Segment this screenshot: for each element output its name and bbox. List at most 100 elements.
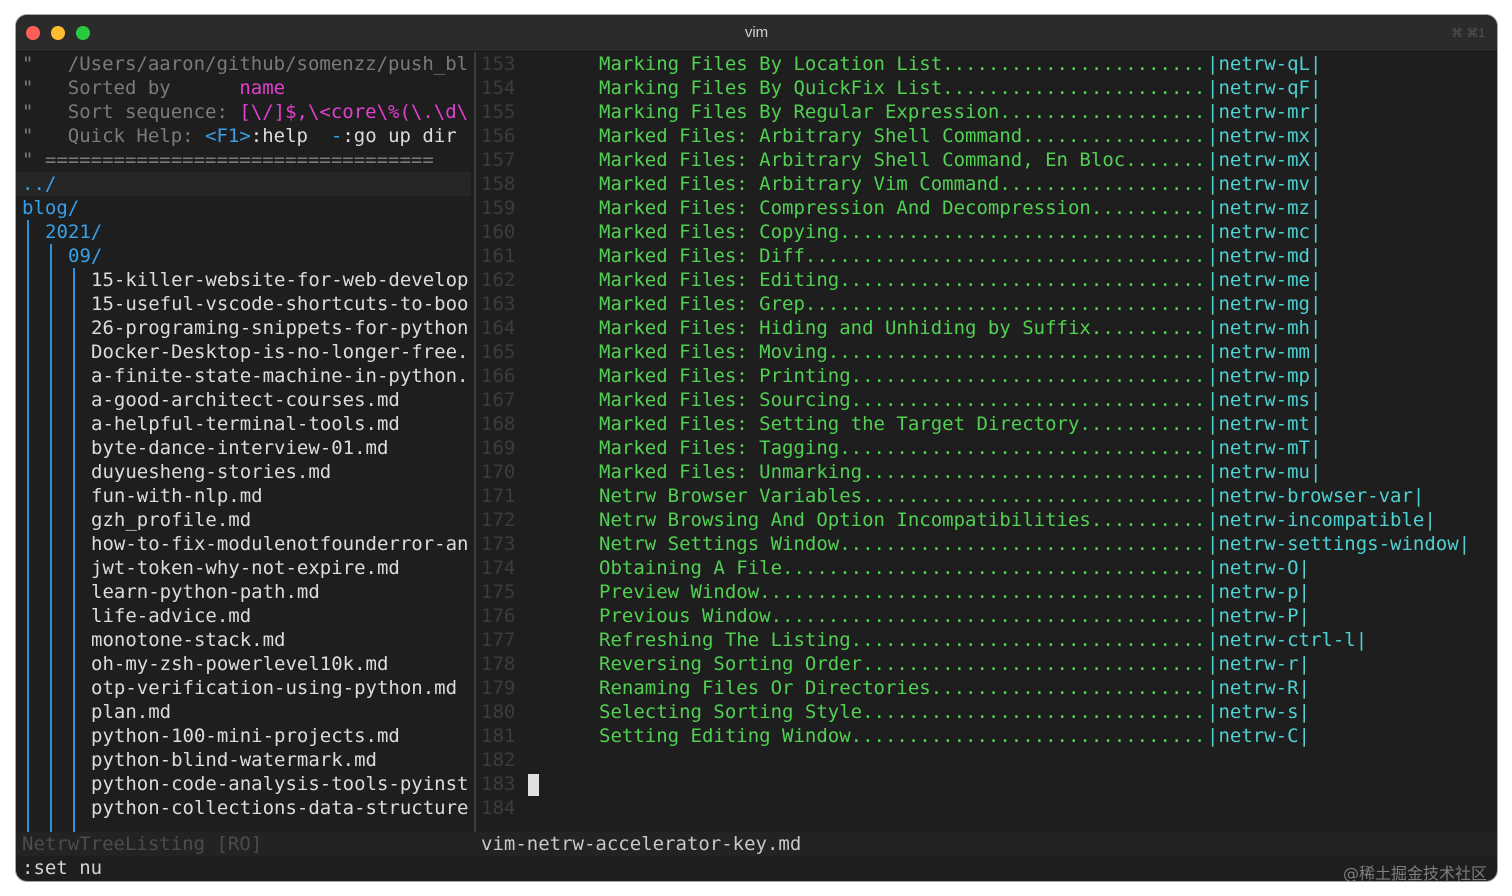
tree-file-item[interactable]: python-collections-data-structure xyxy=(91,796,471,820)
help-tag-link[interactable]: |netrw-me| xyxy=(1207,268,1321,292)
tree-file-item[interactable]: otp-verification-using-python.md xyxy=(91,676,471,700)
help-tag-link[interactable]: |netrw-mX| xyxy=(1207,148,1321,172)
tree-file-item[interactable]: gzh_profile.md xyxy=(91,508,471,532)
tree-parent-dir-label: ../ xyxy=(22,173,57,195)
tree-file-item[interactable]: 26-programing-snippets-for-python xyxy=(91,316,471,340)
line-number: 163 xyxy=(481,293,516,315)
tree-file-item[interactable]: a-good-architect-courses.md xyxy=(91,388,471,412)
window-shortcut-hint: ⌘ ⌘1 xyxy=(1450,26,1485,40)
help-tag-link[interactable]: |netrw-mp| xyxy=(1207,364,1321,388)
help-line: 183 xyxy=(481,772,1493,796)
help-topic: Marked Files: Diff......................… xyxy=(599,245,1206,267)
help-line: 162 Marked Files: Editing................… xyxy=(481,268,1493,292)
tree-file-item[interactable]: python-blind-watermark.md xyxy=(91,748,471,772)
tree-dir-2021[interactable]: 2021/ xyxy=(45,220,471,244)
help-topic: Marked Files: Compression And Decompress… xyxy=(599,197,1206,219)
help-tag-link[interactable]: |netrw-mg| xyxy=(1207,292,1321,316)
help-tag-link[interactable]: |netrw-ms| xyxy=(1207,388,1321,412)
line-number: 159 xyxy=(481,197,516,219)
help-tag-link[interactable]: |netrw-qL| xyxy=(1207,52,1321,76)
help-line: 163 Marked Files: Grep...................… xyxy=(481,292,1493,316)
tree-file-name: otp-verification-using-python.md xyxy=(91,677,458,699)
help-tag-link[interactable]: |netrw-r| xyxy=(1207,652,1310,676)
tree-file-name: python-100-mini-projects.md xyxy=(91,725,400,747)
help-tag-link[interactable]: |netrw-mm| xyxy=(1207,340,1321,364)
tree-dir-blog[interactable]: blog/ xyxy=(22,196,471,220)
help-line: 177 Refreshing The Listing...............… xyxy=(481,628,1493,652)
help-buffer-pane[interactable]: 153 Marking Files By Location List.......… xyxy=(477,52,1497,832)
netrw-header-path: " /Users/aaron/github/somenzz/push_bl xyxy=(22,52,471,76)
help-topic: Marking Files By QuickFix List..........… xyxy=(599,77,1206,99)
netrw-header-sorted-by: " Sorted by name xyxy=(22,76,471,100)
help-tag-link[interactable]: |netrw-mu| xyxy=(1207,460,1321,484)
help-tag-link[interactable]: |netrw-browser-var| xyxy=(1207,484,1424,508)
tree-file-item[interactable]: duyuesheng-stories.md xyxy=(91,460,471,484)
tree-file-item[interactable]: fun-with-nlp.md xyxy=(91,484,471,508)
help-tag-link[interactable]: |netrw-mT| xyxy=(1207,436,1321,460)
status-line: NetrwTreeListing [RO] vim-netrw-accelera… xyxy=(16,832,1497,856)
tree-dir-blog-label: blog/ xyxy=(22,197,80,219)
quick-help-help-text: :help xyxy=(250,125,331,147)
help-tag-link[interactable]: |netrw-incompatible| xyxy=(1207,508,1436,532)
tree-file-item[interactable]: Docker-Desktop-is-no-longer-free. xyxy=(91,340,471,364)
netrw-header-quick-help: " Quick Help: <F1>:help -:go up dir xyxy=(22,124,471,148)
line-number: 161 xyxy=(481,245,516,267)
sort-sequence-label: " Sort sequence: xyxy=(22,101,240,123)
line-number: 172 xyxy=(481,509,516,531)
help-line: 155 Marking Files By Regular Expression..… xyxy=(481,100,1493,124)
help-tag-link[interactable]: |netrw-O| xyxy=(1207,556,1310,580)
tree-file-item[interactable]: a-helpful-terminal-tools.md xyxy=(91,412,471,436)
tree-file-item[interactable]: plan.md xyxy=(91,700,471,724)
tree-file-item[interactable]: 15-useful-vscode-shortcuts-to-boo xyxy=(91,292,471,316)
tree-dir-09[interactable]: 09/ xyxy=(68,244,471,268)
help-topic: Marking Files By Location List..........… xyxy=(599,53,1206,75)
tree-file-name: python-blind-watermark.md xyxy=(91,749,377,771)
tree-file-item[interactable]: a-finite-state-machine-in-python. xyxy=(91,364,471,388)
tree-file-item[interactable]: python-100-mini-projects.md xyxy=(91,724,471,748)
help-line: 170 Marked Files: Unmarking..............… xyxy=(481,460,1493,484)
tree-file-item[interactable]: life-advice.md xyxy=(91,604,471,628)
netrw-header-separator: " ================================== xyxy=(22,148,471,172)
tree-file-item[interactable]: how-to-fix-modulenotfounderror-an xyxy=(91,532,471,556)
tree-file-item[interactable]: oh-my-zsh-powerlevel10k.md xyxy=(91,652,471,676)
netrw-tree-pane[interactable]: " /Users/aaron/github/somenzz/push_bl " … xyxy=(16,52,471,832)
tree-file-item[interactable]: jwt-token-why-not-expire.md xyxy=(91,556,471,580)
help-line: 164 Marked Files: Hiding and Unhiding by … xyxy=(481,316,1493,340)
terminal-area[interactable]: " /Users/aaron/github/somenzz/push_bl " … xyxy=(16,52,1497,881)
help-line: 154 Marking Files By QuickFix List.......… xyxy=(481,76,1493,100)
command-line[interactable]: :set nu xyxy=(22,856,102,880)
help-topic: Marked Files: Arbitrary Shell Command...… xyxy=(599,125,1206,147)
quick-help-label: " Quick Help: xyxy=(22,125,206,147)
help-topic: Refreshing The Listing..................… xyxy=(599,629,1206,651)
help-tag-link[interactable]: |netrw-settings-window| xyxy=(1207,532,1470,556)
tree-file-item[interactable]: python-code-analysis-tools-pyinst xyxy=(91,772,471,796)
tree-file-item[interactable]: 15-killer-website-for-web-develop xyxy=(91,268,471,292)
help-topic: Marked Files: Copying...................… xyxy=(599,221,1206,243)
tree-parent-dir[interactable]: ../ xyxy=(16,172,471,196)
help-tag-link[interactable]: |netrw-mc| xyxy=(1207,220,1321,244)
help-tag-link[interactable]: |netrw-P| xyxy=(1207,604,1310,628)
help-tag-link[interactable]: |netrw-mh| xyxy=(1207,316,1321,340)
help-tag-link[interactable]: |netrw-p| xyxy=(1207,580,1310,604)
status-right-filename: vim-netrw-accelerator-key.md xyxy=(481,833,802,855)
help-tag-link[interactable]: |netrw-qF| xyxy=(1207,76,1321,100)
help-tag-link[interactable]: |netrw-s| xyxy=(1207,700,1310,724)
help-tag-link[interactable]: |netrw-mt| xyxy=(1207,412,1321,436)
help-tag-link[interactable]: |netrw-ctrl-l| xyxy=(1207,628,1367,652)
help-tag-link[interactable]: |netrw-mr| xyxy=(1207,100,1321,124)
tree-file-item[interactable]: byte-dance-interview-01.md xyxy=(91,436,471,460)
help-tag-link[interactable]: |netrw-R| xyxy=(1207,676,1310,700)
help-tag-link[interactable]: |netrw-mz| xyxy=(1207,196,1321,220)
pane-divider[interactable] xyxy=(474,52,476,832)
help-topic: Marked Files: Setting the Target Directo… xyxy=(599,413,1206,435)
help-line: 173 Netrw Settings Window................… xyxy=(481,532,1493,556)
help-tag-link[interactable]: |netrw-mv| xyxy=(1207,172,1321,196)
line-number: 168 xyxy=(481,413,516,435)
tree-file-item[interactable]: learn-python-path.md xyxy=(91,580,471,604)
help-tag-link[interactable]: |netrw-md| xyxy=(1207,244,1321,268)
help-tag-link[interactable]: |netrw-mx| xyxy=(1207,124,1321,148)
help-tag-link[interactable]: |netrw-C| xyxy=(1207,724,1310,748)
help-topic: Setting Editing Window..................… xyxy=(599,725,1206,747)
tree-file-item[interactable]: monotone-stack.md xyxy=(91,628,471,652)
status-left-buffer: NetrwTreeListing [RO] xyxy=(22,833,263,855)
